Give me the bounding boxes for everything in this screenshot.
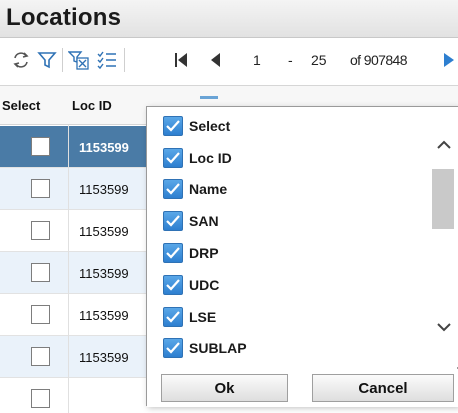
cell-loc-id: 1153599 <box>79 350 129 365</box>
column-header-select[interactable]: Select <box>2 98 40 113</box>
pager-range-separator: - <box>288 52 293 68</box>
column-option-label: UDC <box>189 277 220 293</box>
row-select-checkbox[interactable] <box>31 263 50 282</box>
column-option-label: Loc ID <box>189 150 232 166</box>
scroll-thumb[interactable] <box>432 169 454 229</box>
row-select-checkbox[interactable] <box>31 305 50 324</box>
column-option-drp[interactable]: DRP <box>163 241 219 265</box>
popup-scrollbar[interactable] <box>430 107 458 367</box>
column-option-name[interactable]: Name <box>163 177 227 201</box>
column-chooser-popup: Select Loc ID Name SAN DRP UDC LSE SUBLA… <box>146 106 458 407</box>
first-page-icon[interactable] <box>170 49 192 71</box>
checkbox-checked-icon[interactable] <box>163 211 183 231</box>
column-option-select[interactable]: Select <box>163 114 230 138</box>
column-option-loc-id[interactable]: Loc ID <box>163 146 232 170</box>
pager-range-start: 1 <box>253 52 261 68</box>
column-chooser-list: Select Loc ID Name SAN DRP UDC LSE SUBLA… <box>147 107 430 367</box>
page-title: Locations <box>6 4 122 31</box>
column-option-label: SAN <box>189 213 219 229</box>
toolbar-separator <box>124 48 125 72</box>
cell-loc-id: 1153599 <box>79 266 129 281</box>
row-select-checkbox[interactable] <box>31 179 50 198</box>
column-option-udc[interactable]: UDC <box>163 273 219 297</box>
popup-footer: Ok Cancel <box>147 369 458 407</box>
cell-loc-id: 1153599 <box>79 182 129 197</box>
checkbox-checked-icon[interactable] <box>163 116 183 136</box>
checkbox-checked-icon[interactable] <box>163 338 183 358</box>
title-bar: Locations <box>0 0 458 38</box>
column-option-label: SUBLAP <box>189 340 247 356</box>
previous-page-icon[interactable] <box>204 49 226 71</box>
checkbox-checked-icon[interactable] <box>163 275 183 295</box>
cancel-button[interactable]: Cancel <box>312 374 454 402</box>
next-page-icon[interactable] <box>438 49 458 71</box>
scroll-up-chevron-icon[interactable] <box>434 135 454 155</box>
column-chooser-icon[interactable] <box>96 49 118 71</box>
column-option-label: LSE <box>189 309 217 325</box>
column-option-sublap[interactable]: SUBLAP <box>163 336 247 360</box>
column-header-name-indicator <box>200 96 218 99</box>
checkbox-checked-icon[interactable] <box>163 243 183 263</box>
column-option-san[interactable]: SAN <box>163 209 219 233</box>
row-select-checkbox[interactable] <box>31 389 50 408</box>
cell-loc-id: 1153599 <box>79 140 129 155</box>
row-select-checkbox[interactable] <box>31 347 50 366</box>
column-option-lse[interactable]: LSE <box>163 305 216 329</box>
column-divider <box>68 125 69 413</box>
column-option-label: DRP <box>189 245 219 261</box>
checkbox-checked-icon[interactable] <box>163 307 183 327</box>
row-select-checkbox[interactable] <box>31 221 50 240</box>
clear-filter-icon[interactable] <box>68 49 90 71</box>
scroll-down-chevron-icon[interactable] <box>434 317 454 337</box>
column-header-loc-id[interactable]: Loc ID <box>72 98 112 113</box>
pager-range-end: 25 <box>311 52 327 68</box>
column-option-label: Select <box>189 118 231 134</box>
refresh-sync-icon[interactable] <box>10 49 32 71</box>
checkbox-checked-icon[interactable] <box>163 148 183 168</box>
column-option-label: Name <box>189 181 228 197</box>
row-select-checkbox[interactable] <box>31 137 50 156</box>
checkbox-checked-icon[interactable] <box>163 179 183 199</box>
cell-loc-id: 1153599 <box>79 224 129 239</box>
toolbar-separator <box>62 48 63 72</box>
pager-total: of 907848 <box>350 52 407 68</box>
filter-icon[interactable] <box>36 49 58 71</box>
cell-loc-id: 1153599 <box>79 308 129 323</box>
ok-button[interactable]: Ok <box>161 374 288 402</box>
toolbar: 1 - 25 of 907848 <box>0 39 458 85</box>
